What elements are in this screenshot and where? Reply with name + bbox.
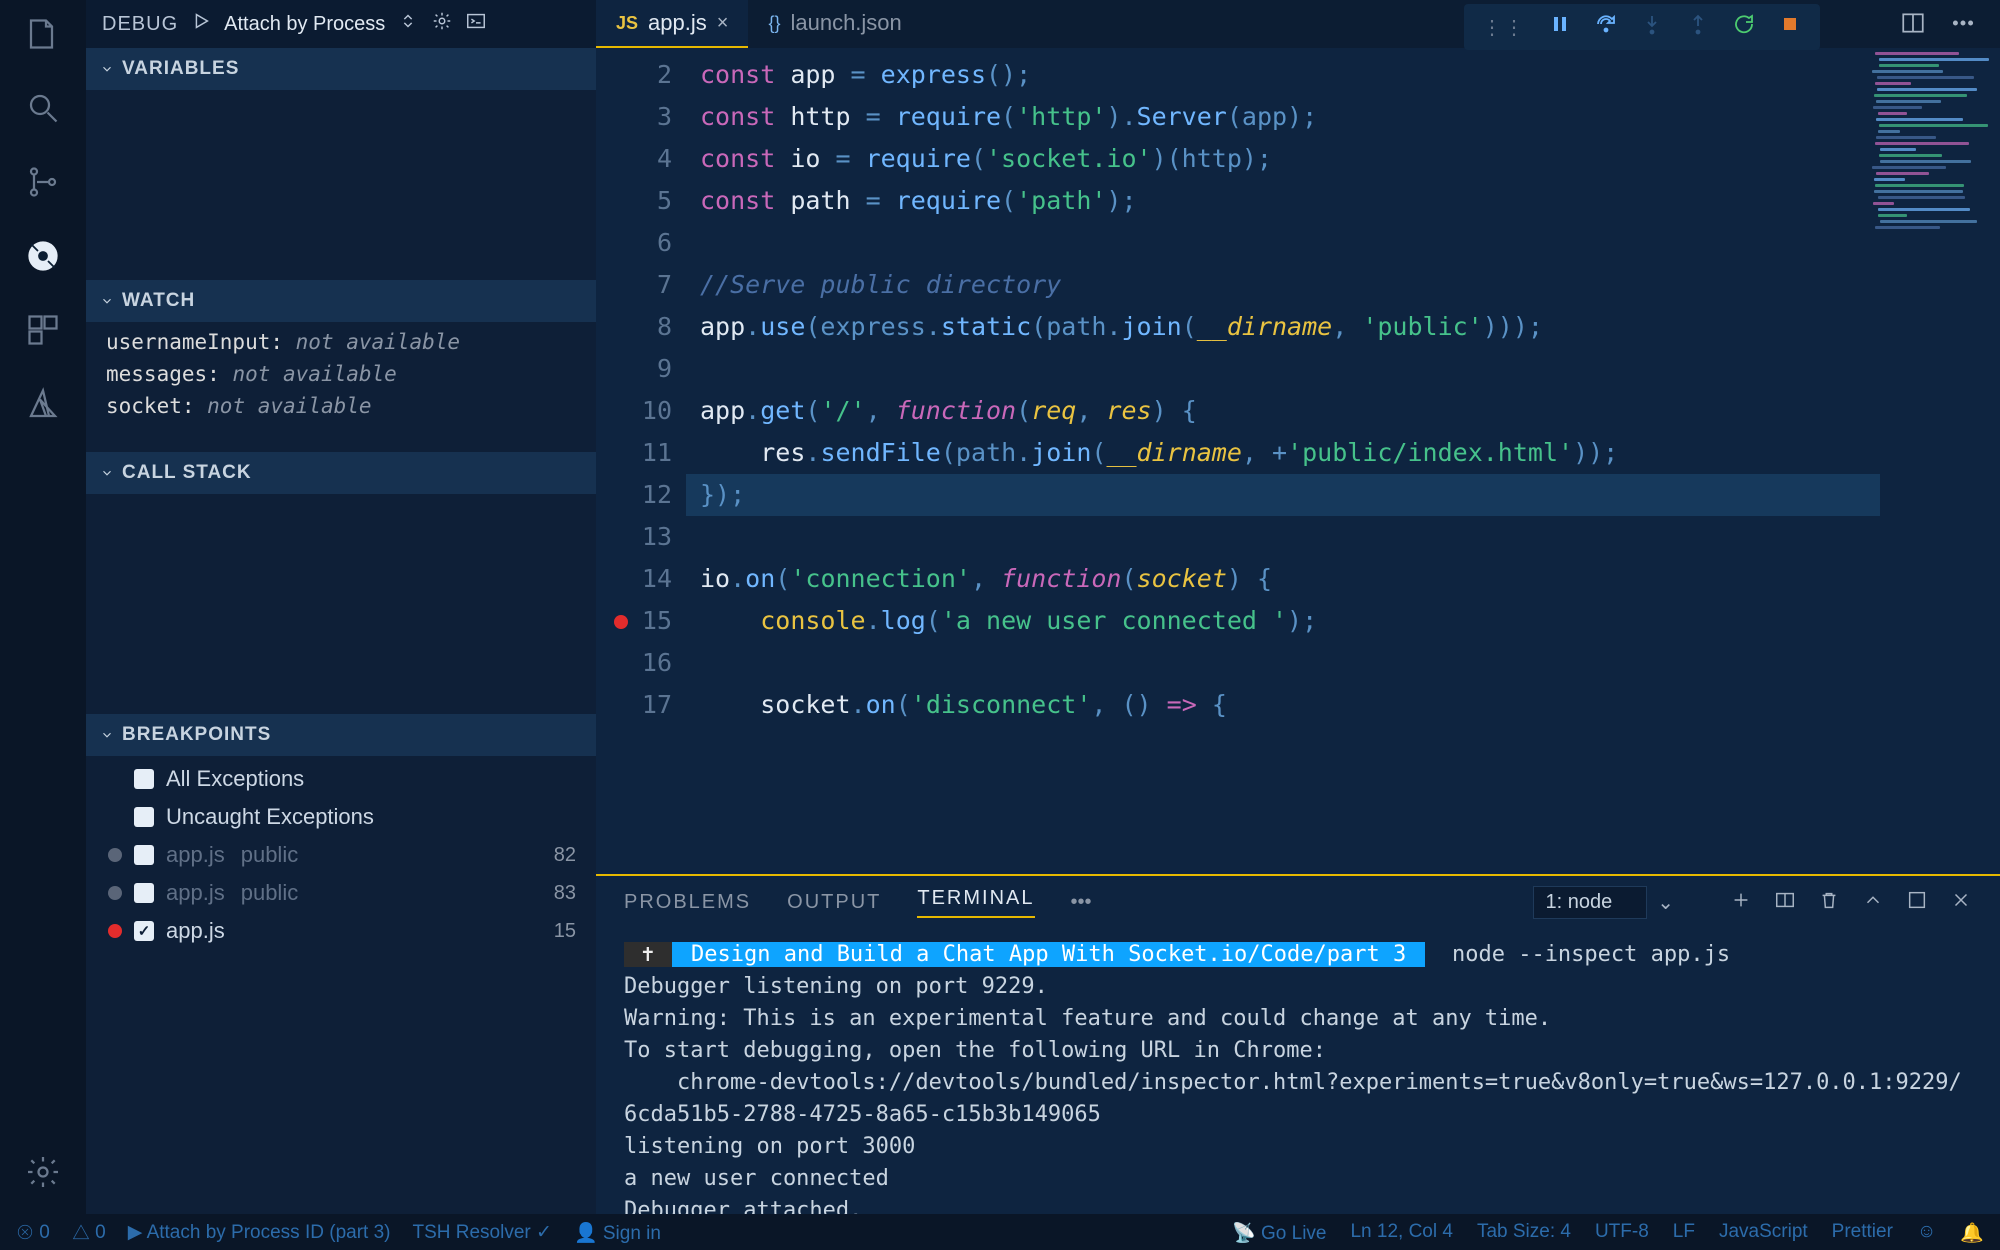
- status-feedback-icon[interactable]: ☺: [1917, 1221, 1936, 1245]
- split-terminal-icon[interactable]: [1774, 889, 1796, 917]
- debug-title: DEBUG: [102, 13, 178, 36]
- debug-console-icon[interactable]: [465, 10, 487, 38]
- step-out-icon[interactable]: [1686, 12, 1710, 42]
- restart-icon[interactable]: [1732, 12, 1756, 42]
- debug-icon[interactable]: [23, 236, 63, 276]
- terminal-output[interactable]: ✝ Design and Build a Chat App With Socke…: [596, 929, 2000, 1214]
- panel-tabs: PROBLEMS OUTPUT TERMINAL ••• 1: node ⌄: [596, 876, 2000, 929]
- new-terminal-icon[interactable]: [1730, 889, 1752, 917]
- watch-panel: WATCH usernameInput: not availablemessag…: [86, 280, 596, 452]
- chevron-down-icon: [100, 62, 114, 76]
- scm-icon[interactable]: [23, 162, 63, 202]
- status-debug[interactable]: ▶ Attach by Process ID (part 3): [128, 1221, 391, 1244]
- breakpoints-title: BREAKPOINTS: [122, 724, 271, 746]
- gutter: 234567891011121314151617: [596, 48, 686, 874]
- stop-icon[interactable]: [1778, 12, 1802, 42]
- extensions-icon[interactable]: [23, 310, 63, 350]
- status-bell-icon[interactable]: 🔔: [1960, 1221, 1984, 1245]
- step-into-icon[interactable]: [1640, 12, 1664, 42]
- debug-toolbar[interactable]: ⋮⋮: [1464, 4, 1820, 50]
- variables-title: VARIABLES: [122, 58, 239, 80]
- settings-gear-icon[interactable]: [23, 1152, 63, 1192]
- code-lines[interactable]: const app = express();const http = requi…: [686, 48, 2000, 874]
- start-debug-icon[interactable]: [190, 10, 212, 38]
- bottom-panel: PROBLEMS OUTPUT TERMINAL ••• 1: node ⌄: [596, 874, 2000, 1214]
- watch-item[interactable]: socket: not available: [86, 390, 596, 422]
- status-eol[interactable]: LF: [1673, 1221, 1695, 1245]
- search-icon[interactable]: [23, 88, 63, 128]
- activity-bar: [0, 0, 86, 1214]
- watch-item[interactable]: messages: not available: [86, 358, 596, 390]
- status-bar: 0 0 ▶ Attach by Process ID (part 3) TSH …: [0, 1214, 2000, 1250]
- callstack-title: CALL STACK: [122, 462, 252, 484]
- status-signin[interactable]: 👤 Sign in: [574, 1221, 661, 1245]
- kill-terminal-icon[interactable]: [1818, 889, 1840, 917]
- chevron-down-icon: [100, 728, 114, 742]
- tab-output[interactable]: OUTPUT: [787, 891, 881, 914]
- code-editor[interactable]: 234567891011121314151617 const app = exp…: [596, 48, 2000, 874]
- minimap[interactable]: [1872, 52, 1992, 252]
- breakpoint-row[interactable]: Uncaught Exceptions: [86, 798, 596, 836]
- breakpoints-head[interactable]: BREAKPOINTS: [86, 714, 596, 756]
- status-prettier[interactable]: Prettier: [1832, 1221, 1893, 1245]
- editor-area: ⋮⋮ JSapp.js×{}launch.json 23456789101112…: [596, 0, 2000, 1214]
- close-tab-icon[interactable]: ×: [717, 12, 729, 35]
- more-actions-icon[interactable]: [1950, 10, 1976, 42]
- watch-title: WATCH: [122, 290, 195, 312]
- maximize-panel-icon[interactable]: [1906, 889, 1928, 917]
- close-panel-icon[interactable]: [1950, 889, 1972, 917]
- config-updown-icon[interactable]: [397, 10, 419, 38]
- errors-count[interactable]: 0: [16, 1222, 50, 1244]
- breakpoint-row[interactable]: app.jspublic83: [86, 874, 596, 912]
- chevron-down-icon: [100, 294, 114, 308]
- status-cursor[interactable]: Ln 12, Col 4: [1350, 1221, 1452, 1245]
- status-tabsize[interactable]: Tab Size: 4: [1477, 1221, 1571, 1245]
- pause-icon[interactable]: [1548, 12, 1572, 42]
- debug-settings-gear-icon[interactable]: [431, 10, 453, 38]
- explorer-icon[interactable]: [23, 14, 63, 54]
- select-updown-icon[interactable]: ⌄: [1657, 890, 1674, 915]
- step-over-icon[interactable]: [1594, 12, 1618, 42]
- editor-title-actions: [1900, 10, 1976, 42]
- panel-more-icon[interactable]: •••: [1071, 891, 1092, 914]
- watch-item[interactable]: usernameInput: not available: [86, 326, 596, 358]
- warnings-count[interactable]: 0: [72, 1222, 106, 1244]
- debug-header: DEBUG Attach by Process: [86, 0, 596, 48]
- breakpoint-row[interactable]: ✓app.js15: [86, 912, 596, 950]
- variables-head[interactable]: VARIABLES: [86, 48, 596, 90]
- status-golive[interactable]: 📡 Go Live: [1232, 1221, 1326, 1245]
- callstack-panel: CALL STACK: [86, 452, 596, 714]
- panel-up-icon[interactable]: [1862, 889, 1884, 917]
- breakpoint-row[interactable]: All Exceptions: [86, 760, 596, 798]
- callstack-head[interactable]: CALL STACK: [86, 452, 596, 494]
- status-language[interactable]: JavaScript: [1719, 1221, 1808, 1245]
- breakpoints-panel: BREAKPOINTS All ExceptionsUncaught Excep…: [86, 714, 596, 954]
- status-resolver[interactable]: TSH Resolver ✓: [412, 1221, 551, 1244]
- watch-head[interactable]: WATCH: [86, 280, 596, 322]
- drag-handle-icon[interactable]: ⋮⋮: [1482, 15, 1526, 40]
- debug-config-selector[interactable]: Attach by Process: [224, 13, 385, 36]
- breakpoint-row[interactable]: app.jspublic82: [86, 836, 596, 874]
- status-encoding[interactable]: UTF-8: [1595, 1221, 1649, 1245]
- editor-tab[interactable]: JSapp.js×: [596, 0, 748, 48]
- tab-problems[interactable]: PROBLEMS: [624, 891, 751, 914]
- terminal-selector[interactable]: 1: node: [1533, 886, 1648, 919]
- tab-terminal[interactable]: TERMINAL: [917, 887, 1034, 918]
- debug-sidebar: DEBUG Attach by Process VARIABLES WATCH: [86, 0, 596, 1214]
- chevron-down-icon: [100, 466, 114, 480]
- split-editor-icon[interactable]: [1900, 10, 1926, 42]
- editor-tab[interactable]: {}launch.json: [748, 0, 921, 48]
- variables-panel: VARIABLES: [86, 48, 596, 280]
- azure-icon[interactable]: [23, 384, 63, 424]
